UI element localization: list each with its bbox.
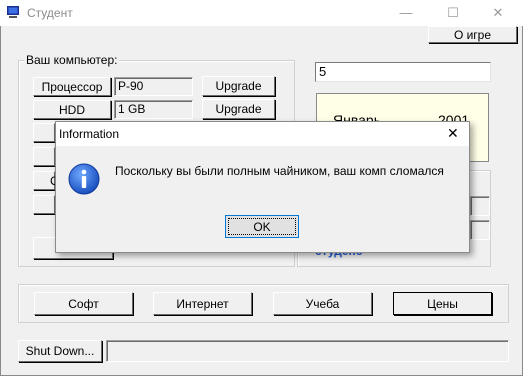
status-field-2 (470, 220, 490, 240)
component-button-5[interactable]: C (33, 171, 59, 190)
status-bar (106, 340, 509, 362)
close-button[interactable]: ✕ (483, 3, 513, 23)
computer-group-label: Ваш компьютер: (24, 53, 120, 67)
cpu-label-button[interactable]: Процессор (33, 77, 111, 96)
cpu-value-field: P-90 (114, 77, 193, 96)
study-button[interactable]: Учеба (273, 292, 372, 315)
component-button-4[interactable] (33, 147, 55, 166)
info-icon (68, 163, 100, 195)
about-button[interactable]: О игре (428, 26, 517, 43)
minimize-button[interactable]: — (391, 3, 421, 23)
component-button-6[interactable] (33, 195, 55, 214)
maximize-button[interactable]: ☐ (438, 3, 468, 23)
soft-button[interactable]: Софт (34, 292, 133, 315)
dialog-close-button[interactable]: ✕ (447, 125, 459, 142)
shutdown-button[interactable]: Shut Down... (18, 340, 102, 362)
dialog-title: Information (59, 127, 120, 141)
ok-focus-rect (228, 218, 296, 235)
cpu-upgrade-button[interactable]: Upgrade (202, 76, 275, 96)
window-title: Студент (27, 6, 73, 20)
prices-button[interactable]: Цены (393, 292, 492, 315)
money-input[interactable]: 5 (315, 62, 491, 82)
internet-button[interactable]: Интернет (153, 292, 252, 315)
hdd-value-field: 1 GB (114, 100, 193, 119)
dialog-message: Поскольку вы были полным чайником, ваш к… (115, 164, 444, 178)
information-dialog: Information ✕ Поскольку вы были полным ч… (55, 121, 470, 253)
computer-icon (7, 6, 19, 18)
ok-button[interactable]: OK (225, 215, 299, 238)
hdd-upgrade-button[interactable]: Upgrade (202, 99, 275, 119)
hdd-label-button[interactable]: HDD (33, 100, 111, 119)
status-field-1 (470, 196, 490, 216)
component-button-3[interactable] (33, 123, 55, 142)
